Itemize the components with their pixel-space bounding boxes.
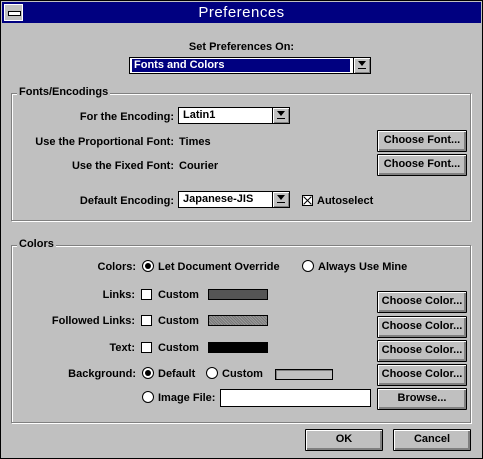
always-use-mine-radio[interactable]: [302, 260, 314, 272]
followed-links-custom-checkbox[interactable]: [141, 315, 152, 326]
cancel-button[interactable]: Cancel: [393, 429, 471, 451]
text-color-swatch: [208, 342, 268, 353]
let-document-override-label: Let Document Override: [158, 261, 280, 273]
default-encoding-label: Default Encoding:: [79, 195, 174, 207]
background-custom-label: Custom: [222, 368, 263, 380]
proportional-font-label: Use the Proportional Font:: [35, 136, 174, 148]
links-custom-checkbox[interactable]: [141, 289, 152, 300]
choose-proportional-font-button[interactable]: Choose Font...: [377, 130, 467, 152]
preferences-category-dropdown[interactable]: Fonts and Colors: [129, 57, 371, 74]
background-color-swatch: [275, 369, 333, 380]
fixed-font-value: Courier: [179, 160, 219, 172]
let-document-override-radio[interactable]: [142, 260, 154, 272]
background-label: Background:: [68, 368, 136, 380]
default-encoding-value: Japanese-JIS: [183, 193, 254, 205]
links-label: Links:: [102, 289, 135, 301]
choose-links-color-button[interactable]: Choose Color...: [377, 291, 467, 313]
fonts-encodings-group-title: Fonts/Encodings: [17, 86, 111, 98]
preferences-category-value: Fonts and Colors: [132, 59, 350, 72]
background-custom-radio[interactable]: [206, 367, 218, 379]
browse-button[interactable]: Browse...: [377, 388, 467, 410]
dropdown-arrow-icon[interactable]: [353, 58, 370, 73]
colors-group-title: Colors: [17, 238, 56, 250]
default-encoding-dropdown[interactable]: Japanese-JIS: [178, 191, 290, 208]
text-color-label: Text:: [109, 342, 135, 354]
links-color-swatch: [208, 289, 268, 300]
text-custom-checkbox[interactable]: [141, 342, 152, 353]
followed-links-color-swatch: [208, 315, 268, 326]
followed-links-label: Followed Links:: [51, 315, 135, 327]
title-bar[interactable]: Preferences: [2, 2, 481, 23]
image-file-label: Image File:: [158, 392, 216, 404]
always-use-mine-label: Always Use Mine: [318, 261, 408, 273]
autoselect-checkbox[interactable]: [302, 195, 313, 206]
choose-background-color-button[interactable]: Choose Color...: [377, 364, 467, 386]
choose-followed-color-button[interactable]: Choose Color...: [377, 316, 467, 338]
text-custom-label: Custom: [158, 342, 199, 354]
encoding-dropdown[interactable]: Latin1: [178, 107, 290, 124]
preferences-window: Preferences Set Preferences On: Fonts an…: [0, 0, 483, 459]
ok-button[interactable]: OK: [305, 429, 383, 451]
image-file-radio[interactable]: [142, 391, 154, 403]
fixed-font-label: Use the Fixed Font:: [71, 160, 174, 172]
set-preferences-label: Set Preferences On:: [188, 41, 295, 53]
image-file-input[interactable]: [220, 389, 371, 407]
window-title: Preferences: [198, 4, 285, 21]
links-custom-label: Custom: [158, 289, 199, 301]
background-default-radio[interactable]: [142, 367, 154, 379]
colors-label: Colors:: [97, 261, 137, 273]
encoding-value: Latin1: [183, 109, 216, 121]
followed-links-custom-label: Custom: [158, 315, 199, 327]
choose-text-color-button[interactable]: Choose Color...: [377, 340, 467, 362]
proportional-font-value: Times: [179, 136, 211, 148]
dropdown-arrow-icon[interactable]: [272, 108, 289, 123]
encoding-label: For the Encoding:: [79, 111, 174, 123]
autoselect-label: Autoselect: [317, 195, 374, 207]
background-default-label: Default: [158, 368, 196, 380]
dropdown-arrow-icon[interactable]: [272, 192, 289, 207]
choose-fixed-font-button[interactable]: Choose Font...: [377, 154, 467, 176]
